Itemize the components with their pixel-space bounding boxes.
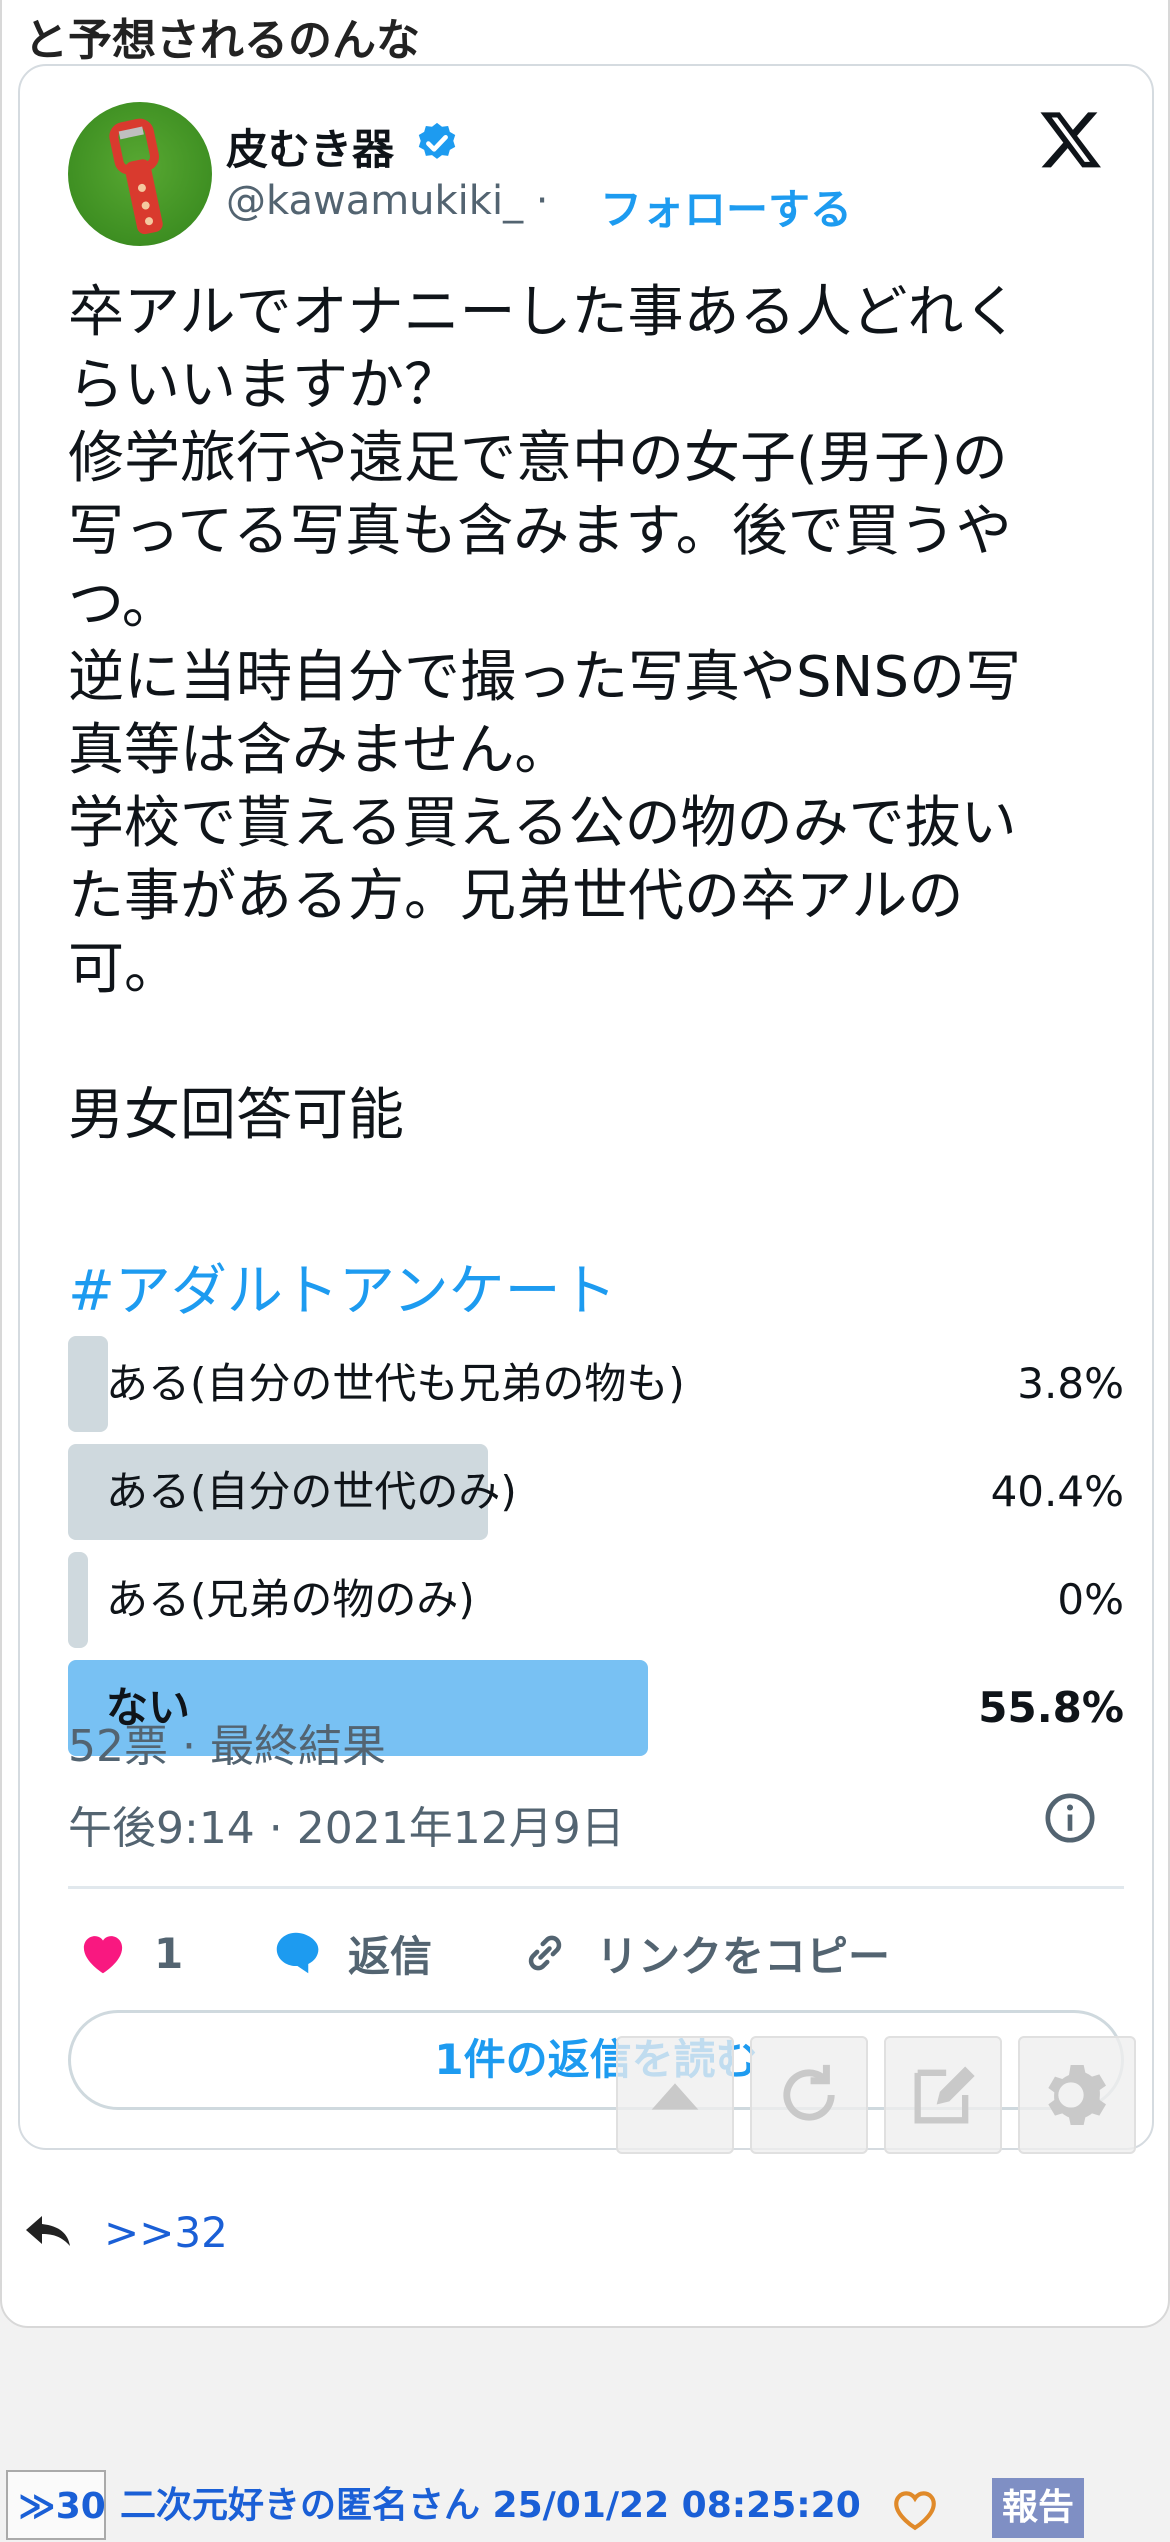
divider [68, 1886, 1124, 1889]
post-number-link[interactable]: ≫30 [6, 2470, 106, 2540]
follow-button[interactable]: フォローする [600, 176, 852, 237]
peeler-image [109, 118, 163, 235]
copy-link-label: リンクをコピー [596, 1931, 891, 1981]
report-button[interactable]: 報告 [992, 2478, 1084, 2538]
poll-option-percent: 3.8% [1017, 1359, 1124, 1408]
edit-icon [914, 2066, 975, 2124]
reply-bubble-icon [276, 1932, 319, 1974]
scroll-top-button[interactable] [616, 2036, 734, 2154]
poll-option-percent: 55.8% [978, 1683, 1124, 1732]
poll-option: ある(自分の世代も兄弟の物も) 3.8% [68, 1336, 1124, 1432]
like-count: 1 [154, 1928, 184, 1978]
reply-anchor-row: >>32 [22, 2202, 228, 2262]
reply-button[interactable]: 返信 [270, 1918, 432, 1988]
like-heart-outline-icon[interactable] [890, 2486, 940, 2532]
poll-option-label: ある(自分の世代のみ) [106, 1467, 517, 1516]
reload-button[interactable] [750, 2036, 868, 2154]
floating-toolbar [616, 2036, 1136, 2154]
verified-badge-icon [418, 122, 456, 159]
post-card: と予想されるのんな 皮むき器 @kawamukiki_ · フォローする 卒アル… [0, 0, 1170, 2328]
embedded-tweet[interactable]: 皮むき器 @kawamukiki_ · フォローする 卒アルでオナニーした事ある… [18, 64, 1154, 2150]
write-button[interactable] [884, 2036, 1002, 2154]
poll-option: ある(自分の世代のみ) 40.4% [68, 1444, 1124, 1540]
reply-anchor-link[interactable]: >>32 [104, 2208, 228, 2257]
poll-bar [68, 1336, 108, 1432]
tweet-text: 卒アルでオナニーした事ある人どれく らいいますか？ 修学旅行や遠足で意中の女子(… [68, 280, 1021, 1148]
hashtag-link[interactable]: #アダルトアンケート [68, 1246, 617, 1327]
link-icon [528, 1935, 562, 1971]
author-name[interactable]: 皮むき器 [226, 116, 394, 177]
heart-icon [83, 1936, 123, 1974]
poster-info: 二次元好きの匿名さん 25/01/22 08:25:20 [120, 2485, 861, 2526]
copy-link-button[interactable]: リンクをコピー [518, 1918, 890, 1988]
poll-option-label: ある(自分の世代も兄弟の物も) [106, 1359, 685, 1408]
reply-label: 返信 [348, 1931, 433, 1981]
info-icon[interactable] [1042, 1790, 1098, 1846]
settings-button[interactable] [1018, 2036, 1136, 2154]
author-handle[interactable]: @kawamukiki_ · [226, 178, 549, 224]
poll-option: ある(兄弟の物のみ) 0% [68, 1552, 1124, 1648]
up-arrow-icon [651, 2083, 699, 2110]
poll-option-percent: 40.4% [990, 1467, 1124, 1516]
x-logo-icon[interactable] [1036, 106, 1106, 172]
reload-icon [783, 2064, 835, 2121]
next-post-header: ≫30 二次元好きの匿名さん 25/01/22 08:25:20 報告 [0, 2470, 1170, 2540]
tweet-timestamp[interactable]: 午後9:14 · 2021年12月9日 [68, 1792, 625, 1856]
like-button[interactable]: 1 [76, 1918, 183, 1988]
reply-arrow-icon [26, 2216, 70, 2246]
post-text: と予想されるのんな [24, 15, 420, 66]
poll-option-percent: 0% [1057, 1575, 1124, 1624]
poll-bar [68, 1552, 88, 1648]
avatar[interactable] [68, 102, 212, 246]
poll-summary: 52票 · 最終結果 [68, 1721, 386, 1772]
poll-option-label: ある(兄弟の物のみ) [106, 1575, 475, 1624]
gear-icon [1048, 2065, 1106, 2125]
